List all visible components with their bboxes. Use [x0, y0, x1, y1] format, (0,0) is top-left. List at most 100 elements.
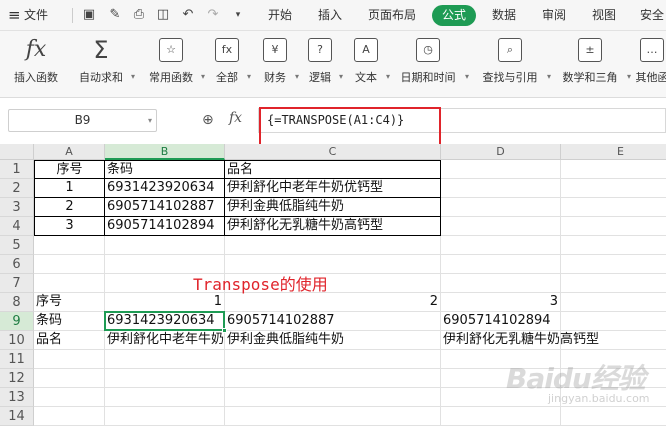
cell-b13[interactable] [105, 388, 225, 407]
cell-e6[interactable] [561, 255, 666, 274]
row-header-11[interactable]: 11 [0, 350, 34, 369]
ribbon-button-more-functions[interactable]: … 其他函 [632, 31, 666, 98]
row-header-4[interactable]: 4 [0, 217, 34, 236]
row-header-14[interactable]: 14 [0, 407, 34, 426]
cell-e2[interactable] [561, 179, 666, 198]
cell-d2[interactable] [441, 179, 561, 198]
cell-c3[interactable]: 伊利金典低脂纯牛奶 [225, 198, 441, 217]
undo-icon[interactable]: ↶ [180, 7, 196, 23]
cell-e4[interactable] [561, 217, 666, 236]
cell-e5[interactable] [561, 236, 666, 255]
column-header-b[interactable]: B [105, 144, 225, 160]
cell-b2[interactable]: 6931423920634 [105, 179, 225, 198]
cell-a13[interactable] [34, 388, 105, 407]
cell-e1[interactable] [561, 160, 666, 179]
ribbon-button-fx[interactable]: fx 插入函数 [8, 31, 64, 98]
ribbon-button-text[interactable]: A 文本 ▾ [345, 31, 390, 98]
chevron-down-icon[interactable]: ▾ [131, 72, 135, 81]
cell-c8[interactable]: 2 [225, 293, 441, 312]
tab-formulas[interactable]: 公式 [432, 5, 476, 26]
chevron-down-icon[interactable]: ▾ [247, 72, 251, 81]
cell-a6[interactable] [34, 255, 105, 274]
ribbon-button-date-time[interactable]: ◷ 日期和时间 ▾ [390, 31, 469, 98]
ribbon-button-logic[interactable]: ? 逻辑 ▾ [300, 31, 343, 98]
cell-b11[interactable] [105, 350, 225, 369]
cell-b8[interactable]: 1 [105, 293, 225, 312]
cell-b10[interactable]: 伊利舒化中老年牛奶优钙型 [105, 331, 225, 350]
ribbon-button-common-functions[interactable]: ☆ 常用函数 ▾ [140, 31, 205, 98]
chevron-down-icon[interactable]: ▾ [148, 110, 152, 131]
chevron-down-icon[interactable]: ▾ [201, 72, 205, 81]
cell-c9[interactable]: 6905714102887 [225, 312, 441, 331]
zoom-icon[interactable]: ⊕ [202, 112, 214, 128]
customize-quick-access-icon[interactable]: ▾ [230, 7, 246, 23]
row-header-6[interactable]: 6 [0, 255, 34, 274]
column-header-d[interactable]: D [441, 144, 561, 160]
row-header-2[interactable]: 2 [0, 179, 34, 198]
cell-a14[interactable] [34, 407, 105, 426]
print-preview-icon[interactable]: ◫ [155, 7, 171, 23]
cell-c12[interactable] [225, 369, 441, 388]
cell-a11[interactable] [34, 350, 105, 369]
cell-d8[interactable]: 3 [441, 293, 561, 312]
cell-e14[interactable] [561, 407, 666, 426]
format-painter-icon[interactable]: ✎ [107, 7, 123, 23]
cell-b14[interactable] [105, 407, 225, 426]
row-header-12[interactable]: 12 [0, 369, 34, 388]
cell-c4[interactable]: 伊利舒化无乳糖牛奶高钙型 [225, 217, 441, 236]
cell-c13[interactable] [225, 388, 441, 407]
row-header-7[interactable]: 7 [0, 274, 34, 293]
ribbon-button-all-functions[interactable]: fx 全部 ▾ [206, 31, 251, 98]
cell-d10[interactable]: 伊利舒化无乳糖牛奶高钙型 [441, 331, 599, 350]
ribbon-button-finance[interactable]: ¥ 财务 ▾ [254, 31, 299, 98]
tab-data[interactable]: 数据 [492, 0, 516, 31]
column-header-c[interactable]: C [225, 144, 441, 160]
chevron-down-icon[interactable]: ▾ [547, 72, 551, 81]
chevron-down-icon[interactable]: ▾ [627, 72, 631, 81]
cell-a4[interactable]: 3 [34, 217, 105, 236]
chevron-down-icon[interactable]: ▾ [465, 72, 469, 81]
tab-insert[interactable]: 插入 [318, 0, 342, 31]
cell-a3[interactable]: 2 [34, 198, 105, 217]
cell-d4[interactable] [441, 217, 561, 236]
hamburger-menu-icon[interactable]: ≡ [8, 0, 21, 31]
tab-security[interactable]: 安全 [640, 0, 664, 31]
row-header-3[interactable]: 3 [0, 198, 34, 217]
cell-a1[interactable]: 序号 [34, 160, 105, 179]
chevron-down-icon[interactable]: ▾ [339, 72, 343, 81]
cell-b12[interactable] [105, 369, 225, 388]
row-header-10[interactable]: 10 [0, 331, 34, 350]
cell-d6[interactable] [441, 255, 561, 274]
row-header-1[interactable]: 1 [0, 160, 34, 179]
cell-c14[interactable] [225, 407, 441, 426]
cell-a2[interactable]: 1 [34, 179, 105, 198]
tab-view[interactable]: 视图 [592, 0, 616, 31]
tab-home[interactable]: 开始 [268, 0, 292, 31]
cell-d1[interactable] [441, 160, 561, 179]
cell-a9[interactable]: 条码 [34, 312, 105, 331]
cell-d14[interactable] [441, 407, 561, 426]
cell-e7[interactable] [561, 274, 666, 293]
row-header-9[interactable]: 9 [0, 312, 34, 331]
cell-c2[interactable]: 伊利舒化中老年牛奶优钙型 [225, 179, 441, 198]
cell-b3[interactable]: 6905714102887 [105, 198, 225, 217]
cell-d5[interactable] [441, 236, 561, 255]
file-menu[interactable]: 文件 [24, 0, 48, 31]
row-header-8[interactable]: 8 [0, 293, 34, 312]
save-icon[interactable]: ▣ [81, 7, 97, 23]
print-icon[interactable]: ⎙ [131, 7, 147, 23]
cell-a12[interactable] [34, 369, 105, 388]
cell-d7[interactable] [441, 274, 561, 293]
cell-e3[interactable] [561, 198, 666, 217]
cell-a8[interactable]: 序号 [34, 293, 105, 312]
redo-icon[interactable]: ↷ [205, 7, 221, 23]
ribbon-button-math[interactable]: ± 数学和三角 ▾ [552, 31, 631, 98]
insert-function-icon[interactable]: fx [229, 110, 242, 126]
cell-a7[interactable] [34, 274, 105, 293]
ribbon-button-lookup[interactable]: ⌕ 查找与引用 ▾ [472, 31, 551, 98]
cell-b1[interactable]: 条码 [105, 160, 225, 179]
cell-b5[interactable] [105, 236, 225, 255]
cell-c5[interactable] [225, 236, 441, 255]
column-header-e[interactable]: E [561, 144, 666, 160]
tab-review[interactable]: 审阅 [542, 0, 566, 31]
